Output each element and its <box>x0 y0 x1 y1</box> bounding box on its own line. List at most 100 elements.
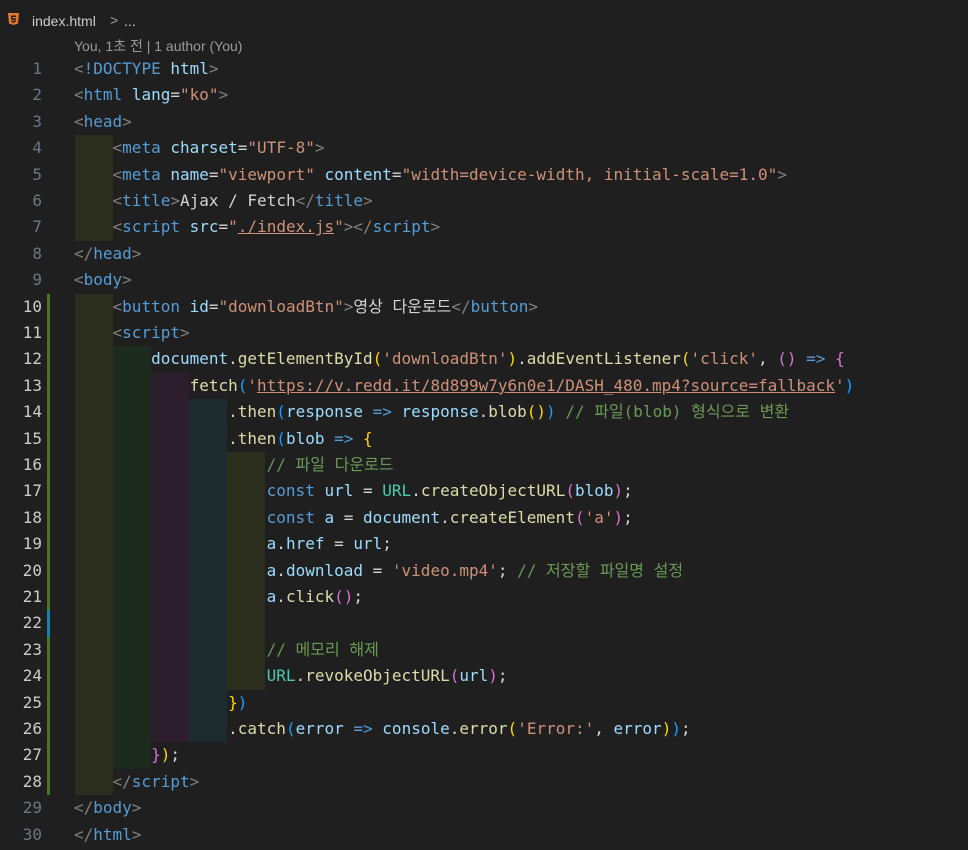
code-text: }) <box>74 690 247 716</box>
code-token: ></ <box>343 217 373 237</box>
line-number: 14 <box>22 402 42 422</box>
code-token: download <box>285 560 363 580</box>
line-number: 20 <box>22 560 42 580</box>
code-line[interactable]: 9 <body> <box>0 267 968 293</box>
code-line[interactable]: 2 <html lang="ko"> <box>0 82 968 108</box>
code-token: " <box>228 217 238 237</box>
codelens-blame[interactable]: You, 1초 전 | 1 author (You) <box>74 36 242 56</box>
code-text: <title>Ajax / Fetch</title> <box>74 188 373 214</box>
code-line[interactable]: 5 <meta name="viewport" content="width=d… <box>0 162 968 188</box>
code-line[interactable]: 26 .catch(error => console.error('Error:… <box>0 716 968 742</box>
code-text: <script src="./index.js"></script> <box>74 214 441 240</box>
code-token: = <box>363 560 392 580</box>
code-token: > <box>131 243 142 263</box>
breadcrumb-file[interactable]: index.html <box>32 13 96 29</box>
line-number: 29 <box>22 798 42 818</box>
code-editor[interactable]: 1 <!DOCTYPE html> 2 <html lang="ko"> 3 <head>… <box>0 56 968 850</box>
code-token: ) <box>237 692 248 712</box>
code-line[interactable]: 22 <box>0 610 968 636</box>
code-token: < <box>74 59 84 78</box>
line-number: 8 <box>32 243 42 263</box>
code-token: ( <box>276 428 286 448</box>
code-line[interactable]: 7 <script src="./index.js"></script> <box>0 214 968 240</box>
code-text: <!DOCTYPE html> <box>74 56 219 82</box>
code-line[interactable]: 12 document.getElementById('downloadBtn'… <box>0 346 968 372</box>
code-token: . <box>74 719 238 738</box>
code-token: meta <box>122 164 161 184</box>
code-token: url <box>324 481 354 501</box>
code-token: Ajax / Fetch <box>179 191 296 210</box>
code-line[interactable]: 30 </html> <box>0 822 968 848</box>
code-token: const <box>266 507 315 527</box>
code-token: < <box>112 323 123 342</box>
code-line[interactable]: 20 a.download = 'video.mp4'; // 저장할 파일명 … <box>0 558 968 584</box>
code-line[interactable]: 14 .then(response => response.blob()) //… <box>0 399 968 425</box>
code-token: = <box>334 507 364 527</box>
code-token: a <box>324 507 335 527</box>
code-token: 'downloadBtn' <box>382 349 508 369</box>
code-token: href <box>285 534 325 554</box>
code-line[interactable]: 24 URL.revokeObjectURL(url); <box>0 663 968 689</box>
code-line[interactable]: 10 <button id="downloadBtn">영상 다운로드</but… <box>0 294 968 320</box>
code-line[interactable]: 16 // 파일 다운로드 <box>0 452 968 478</box>
code-token: } <box>151 745 161 765</box>
code-line[interactable]: 4 <meta charset="UTF-8"> <box>0 135 968 161</box>
code-token: ' <box>835 375 845 395</box>
code-token: !DOCTYPE <box>83 59 161 78</box>
code-line[interactable]: 29 </body> <box>0 795 968 821</box>
line-number: 6 <box>32 191 42 210</box>
code-token: click <box>285 587 335 606</box>
code-token: error <box>613 719 662 738</box>
code-token: title <box>122 191 171 210</box>
code-token: < <box>74 111 84 131</box>
code-token: script <box>372 217 431 237</box>
code-token: a <box>266 587 277 606</box>
code-token: ) <box>671 719 681 738</box>
code-token: > <box>430 217 441 237</box>
code-text: URL.revokeObjectURL(url); <box>74 663 508 689</box>
code-token: ( <box>680 349 691 369</box>
code-token: </ <box>74 243 94 263</box>
code-line[interactable]: 19 a.href = url; <box>0 531 968 557</box>
code-token: getElementById <box>237 349 373 369</box>
code-line[interactable]: 18 const a = document.createElement('a')… <box>0 505 968 531</box>
breadcrumb-more[interactable]: ... <box>124 13 136 29</box>
code-token: < <box>112 138 123 158</box>
code-line[interactable]: 11 <script> <box>0 320 968 346</box>
line-number: 5 <box>32 164 42 184</box>
code-line[interactable]: 15 .then(blob => { <box>0 426 968 452</box>
code-line[interactable]: 13 fetch('https://v.redd.it/8d899w7y6n0e… <box>0 373 968 399</box>
code-line[interactable]: 23 // 메모리 해제 <box>0 637 968 663</box>
line-number: 10 <box>22 296 42 316</box>
code-token: 'Error:' <box>517 719 595 738</box>
code-token: script <box>122 323 180 342</box>
code-line[interactable]: 27 }); <box>0 742 968 768</box>
code-token: . <box>276 560 286 580</box>
code-text: <html lang="ko"> <box>74 82 228 108</box>
code-token: > <box>363 191 373 210</box>
code-token: < <box>74 85 84 105</box>
code-line[interactable]: 17 const url = URL.createObjectURL(blob)… <box>0 478 968 504</box>
line-number: 12 <box>22 349 42 369</box>
code-token: "viewport" <box>218 164 315 184</box>
code-line[interactable]: 25 }) <box>0 690 968 716</box>
code-line[interactable]: 1 <!DOCTYPE html> <box>0 56 968 82</box>
code-text: const a = document.createElement('a'); <box>74 505 633 531</box>
code-line[interactable]: 21 a.click(); <box>0 584 968 610</box>
code-token: ; <box>497 666 508 686</box>
code-line[interactable]: 8 </head> <box>0 241 968 267</box>
code-line[interactable]: 6 <title>Ajax / Fetch</title> <box>0 188 968 214</box>
code-token: body <box>93 798 132 818</box>
code-line[interactable]: 28 </script> <box>0 769 968 795</box>
line-number: 13 <box>22 375 42 395</box>
line-number: 7 <box>32 217 42 237</box>
code-line[interactable]: 3 <head> <box>0 109 968 135</box>
